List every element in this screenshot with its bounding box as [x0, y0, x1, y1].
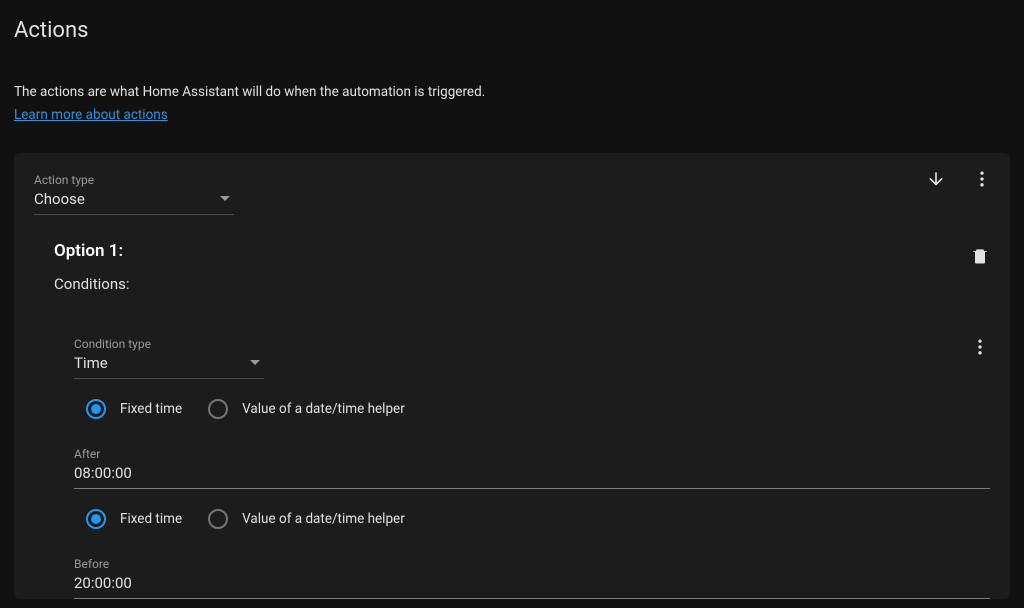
before-time-field[interactable]: Before 20:00:00	[74, 557, 990, 599]
description-text: The actions are what Home Assistant will…	[14, 84, 485, 100]
before-label: Before	[74, 557, 990, 571]
condition-overflow-icon[interactable]	[970, 337, 990, 357]
caret-down-icon	[220, 196, 230, 201]
action-type-select[interactable]: Action type Choose	[34, 173, 234, 215]
option-section: Option 1: Conditions: Condition type Tim…	[34, 241, 990, 599]
before-helper-radio[interactable]: Value of a date/time helper	[208, 509, 405, 529]
radio-selected-icon	[86, 509, 106, 529]
overflow-menu-icon[interactable]	[972, 169, 992, 189]
before-mode-radio-group: Fixed time Value of a date/time helper	[86, 509, 990, 529]
action-card: Action type Choose Option 1: Conditions:…	[14, 153, 1010, 599]
condition-type-value: Time	[74, 354, 108, 372]
action-type-label: Action type	[34, 173, 234, 187]
after-time-field[interactable]: After 08:00:00	[74, 447, 990, 489]
after-mode-radio-group: Fixed time Value of a date/time helper	[86, 399, 990, 419]
move-down-icon[interactable]	[926, 169, 946, 189]
page-title: Actions	[0, 0, 1024, 53]
after-helper-radio[interactable]: Value of a date/time helper	[208, 399, 405, 419]
condition-type-select[interactable]: Condition type Time	[74, 337, 264, 379]
radio-label: Fixed time	[120, 401, 182, 417]
delete-option-icon[interactable]	[970, 245, 990, 267]
radio-selected-icon	[86, 399, 106, 419]
before-fixed-time-radio[interactable]: Fixed time	[86, 509, 182, 529]
radio-unselected-icon	[208, 399, 228, 419]
radio-label: Value of a date/time helper	[242, 511, 405, 527]
radio-unselected-icon	[208, 509, 228, 529]
condition-block: Condition type Time Fixed time Value of …	[54, 337, 990, 599]
caret-down-icon	[250, 360, 260, 365]
action-type-value: Choose	[34, 190, 85, 208]
after-fixed-time-radio[interactable]: Fixed time	[86, 399, 182, 419]
radio-label: Value of a date/time helper	[242, 401, 405, 417]
after-value: 08:00:00	[74, 464, 990, 489]
option-title: Option 1:	[54, 241, 990, 261]
before-value: 20:00:00	[74, 574, 990, 599]
condition-type-label: Condition type	[74, 337, 264, 351]
conditions-label: Conditions:	[54, 275, 990, 293]
radio-label: Fixed time	[120, 511, 182, 527]
after-label: After	[74, 447, 990, 461]
learn-more-link[interactable]: Learn more about actions	[14, 106, 168, 125]
